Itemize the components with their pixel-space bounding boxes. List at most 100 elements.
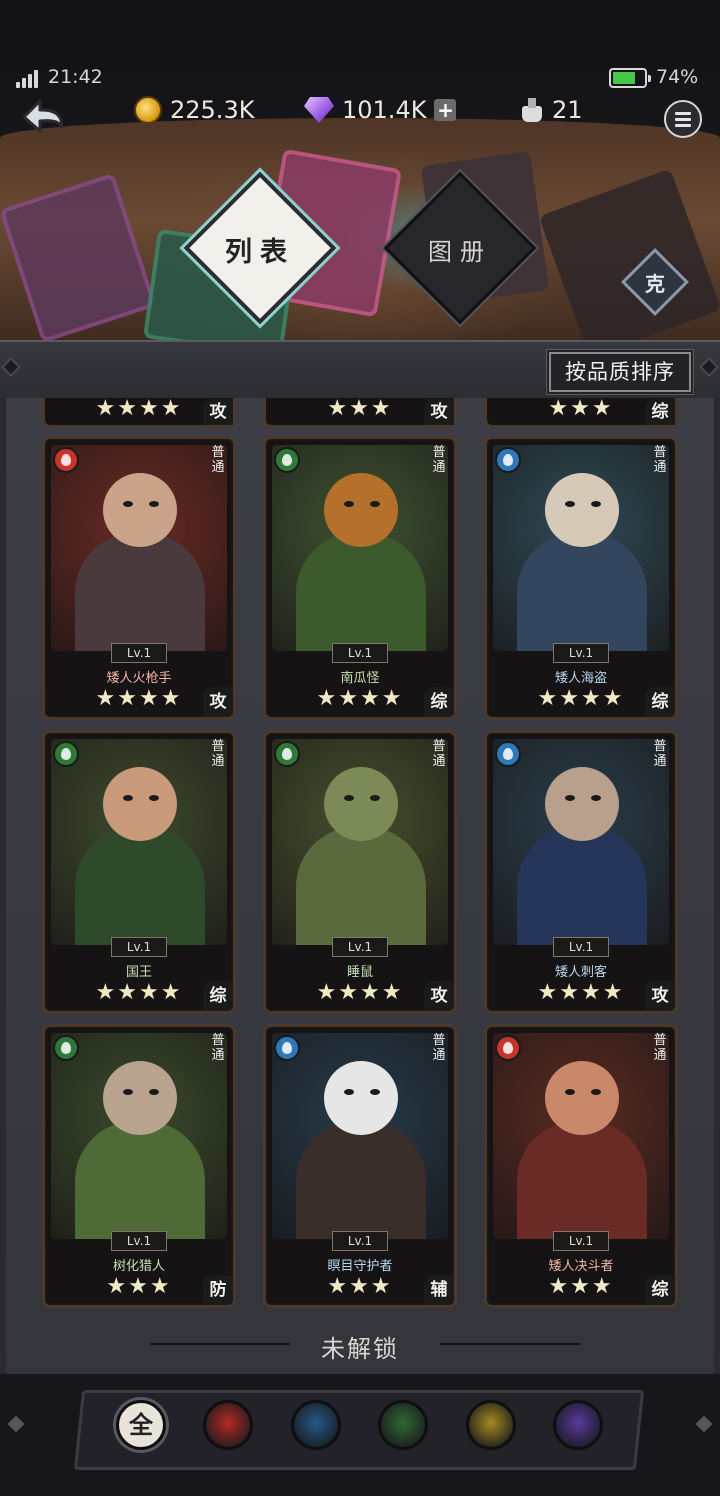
grid-frame-right (714, 398, 720, 1398)
portrait-head (545, 473, 619, 547)
nature-element-icon (274, 741, 300, 767)
character-card[interactable]: 普通 Lv.1 矮人决斗者 ★★★ 综 (484, 1024, 678, 1308)
character-card[interactable]: 普通 Lv.1 矮人海盗 ★★★★ 综 (484, 436, 678, 720)
character-portrait (272, 1033, 448, 1239)
portrait-eye (370, 795, 380, 801)
role-badge: 攻 (424, 399, 454, 425)
divider-line (440, 1343, 580, 1345)
character-name: 矮人火枪手 (106, 671, 172, 686)
character-card[interactable]: 普通 Lv.1 树化猎人 ★★★ 防 (42, 1024, 236, 1308)
character-card[interactable]: 普通 Lv.1 矮人刺客 ★★★★ 攻 (484, 730, 678, 1014)
corner-ornament (1, 357, 21, 377)
portrait-head (324, 767, 398, 841)
character-portrait (493, 445, 669, 651)
level-badge: Lv.1 (111, 1231, 167, 1251)
level-badge: Lv.1 (332, 643, 388, 663)
nature-element-icon (53, 1035, 79, 1061)
portrait-body (296, 1121, 426, 1239)
level-badge: Lv.1 (111, 937, 167, 957)
character-card[interactable]: 普通 Lv.1 南瓜怪 ★★★★ 综 (263, 436, 457, 720)
rarity-label: 普通 (653, 739, 667, 769)
portrait-eye (149, 795, 159, 801)
water-element-icon (274, 1035, 300, 1061)
character-portrait (493, 739, 669, 945)
portrait-head (103, 1061, 177, 1135)
tab-list-label[interactable]: 列表 (190, 230, 330, 269)
gold-coin-icon (134, 96, 162, 124)
portrait-eye (370, 1089, 380, 1095)
portrait-eye (344, 1089, 354, 1095)
rarity-label: 普通 (653, 1033, 667, 1063)
portrait-body (517, 827, 647, 945)
level-badge: Lv.1 (111, 643, 167, 663)
partial-card[interactable]: ★★★ 综 (484, 396, 678, 428)
side-ornament (695, 1415, 713, 1433)
level-badge: Lv.1 (553, 643, 609, 663)
role-badge: 防 (203, 1275, 233, 1305)
filter-fire-button[interactable] (203, 1400, 253, 1450)
shadow-element-icon (556, 1403, 600, 1447)
filter-nature-button[interactable] (378, 1400, 428, 1450)
gem-icon (304, 97, 334, 123)
battery-percent: 74% (656, 66, 699, 88)
character-name: 国王 (125, 965, 152, 980)
portrait-eye (149, 501, 159, 507)
partial-card[interactable]: ★★★★ 攻 (42, 396, 236, 428)
sort-by-quality-button[interactable]: 按品质排序 (549, 352, 691, 392)
tab-atlas-label[interactable]: 图册 (390, 232, 530, 267)
light-element-icon (469, 1403, 513, 1447)
gem-counter: 101.4K + (304, 92, 457, 128)
nature-element-icon (53, 741, 79, 767)
rarity-label: 普通 (432, 739, 446, 769)
level-badge: Lv.1 (553, 937, 609, 957)
table-background-art (0, 118, 720, 345)
role-badge: 综 (645, 687, 675, 717)
character-portrait (272, 445, 448, 651)
character-card[interactable]: 普通 Lv.1 矮人火枪手 ★★★★ 攻 (42, 436, 236, 720)
decor-card (0, 172, 157, 344)
filter-shadow-button[interactable] (553, 1400, 603, 1450)
portrait-eye (344, 501, 354, 507)
portrait-body (296, 533, 426, 651)
role-badge: 攻 (203, 399, 233, 425)
portrait-eye (123, 501, 133, 507)
portrait-head (324, 1061, 398, 1135)
back-button[interactable] (18, 95, 68, 141)
portrait-eye (123, 795, 133, 801)
menu-button[interactable] (664, 100, 702, 138)
portrait-head (103, 767, 177, 841)
potion-counter: 21 (520, 92, 583, 128)
portrait-eye (565, 795, 575, 801)
role-badge: 综 (645, 399, 675, 425)
water-element-icon (495, 447, 521, 473)
water-element-icon (294, 1403, 338, 1447)
card-grid[interactable]: ★★★★ 攻 ★★★ 攻 ★★★ 综普通 Lv.1 矮人火枪手 ★★★★ 攻普通 Lv.1 南瓜怪 ★★… (0, 396, 720, 1398)
role-badge: 综 (645, 1275, 675, 1305)
portrait-body (517, 533, 647, 651)
element-filter-bar: 全 (0, 1374, 720, 1496)
character-name: 瞑目守护者 (327, 1259, 393, 1274)
portrait-body (75, 1121, 205, 1239)
character-card[interactable]: 普通 Lv.1 国王 ★★★★ 综 (42, 730, 236, 1014)
character-card[interactable]: 普通 Lv.1 睡鼠 ★★★★ 攻 (263, 730, 457, 1014)
filter-water-button[interactable] (291, 1400, 341, 1450)
filter-all-button[interactable]: 全 (116, 1400, 166, 1450)
back-arrow-icon (22, 99, 64, 133)
character-portrait (272, 739, 448, 945)
add-gems-button[interactable]: + (434, 99, 457, 121)
partial-card[interactable]: ★★★ 攻 (263, 396, 457, 428)
header-banner: 21:42 74% 225.3K 101.4K + 21 ︿ ‹ › ﹀ 列表 … (0, 0, 720, 345)
character-name: 树化猎人 (112, 1259, 165, 1274)
rarity-label: 普通 (432, 445, 446, 475)
gold-counter: 225.3K (134, 92, 254, 128)
filter-light-button[interactable] (466, 1400, 516, 1450)
role-badge: 攻 (424, 981, 454, 1011)
role-badge: 攻 (203, 687, 233, 717)
character-name: 南瓜怪 (340, 671, 380, 686)
portrait-eye (565, 1089, 575, 1095)
character-card[interactable]: 普通 Lv.1 瞑目守护者 ★★★ 辅 (263, 1024, 457, 1308)
character-name: 矮人决斗者 (548, 1259, 614, 1274)
counter-button-label[interactable]: 克 (631, 268, 679, 297)
character-portrait (51, 445, 227, 651)
level-badge: Lv.1 (332, 1231, 388, 1251)
